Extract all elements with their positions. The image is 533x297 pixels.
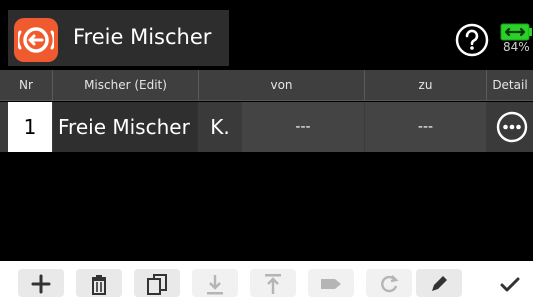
confirm-button[interactable] — [487, 269, 533, 297]
refresh-icon — [381, 275, 399, 293]
column-header-zu: zu — [418, 78, 433, 92]
battery-icon — [500, 22, 533, 42]
table-row[interactable]: 1 Freie Mischer K. --- --- — [0, 102, 533, 152]
bottom-toolbar — [0, 261, 533, 297]
battery-percent: 84% — [503, 40, 530, 54]
mixer-icon[interactable] — [14, 18, 58, 62]
column-header-detail: Detail — [492, 78, 528, 92]
page-title: Freie Mischer — [73, 25, 212, 49]
delete-button[interactable] — [76, 269, 122, 297]
channel-cell[interactable]: K. — [199, 102, 241, 152]
edit-icon — [432, 276, 447, 291]
edit-button[interactable] — [416, 269, 462, 297]
refresh-button[interactable] — [366, 269, 412, 297]
export-button[interactable] — [250, 269, 296, 297]
copy-icon — [147, 274, 167, 295]
trash-icon — [92, 275, 106, 295]
table-header: Nr Mischer (Edit) von zu Detail — [0, 70, 533, 101]
add-button[interactable] — [18, 269, 64, 297]
header-bar: Freie Mischer 84% — [0, 0, 533, 70]
more-icon[interactable] — [496, 111, 528, 143]
tag-button[interactable] — [308, 269, 354, 297]
column-header-mixer: Mischer (Edit) — [84, 78, 167, 92]
to-cell[interactable]: --- — [365, 102, 486, 152]
from-cell[interactable]: --- — [242, 102, 364, 152]
copy-button[interactable] — [134, 269, 180, 297]
column-header-nr: Nr — [19, 78, 33, 92]
tag-icon — [321, 279, 341, 289]
column-header-von: von — [270, 78, 293, 92]
empty-list-area — [0, 153, 533, 261]
help-icon[interactable] — [455, 23, 489, 57]
export-icon — [265, 274, 281, 294]
import-icon — [207, 275, 223, 295]
import-button[interactable] — [192, 269, 238, 297]
confirm-check-icon — [500, 277, 520, 292]
mixer-name-cell[interactable]: Freie Mischer — [53, 102, 198, 152]
add-icon — [31, 274, 51, 294]
row-number-cell[interactable]: 1 — [8, 102, 52, 152]
